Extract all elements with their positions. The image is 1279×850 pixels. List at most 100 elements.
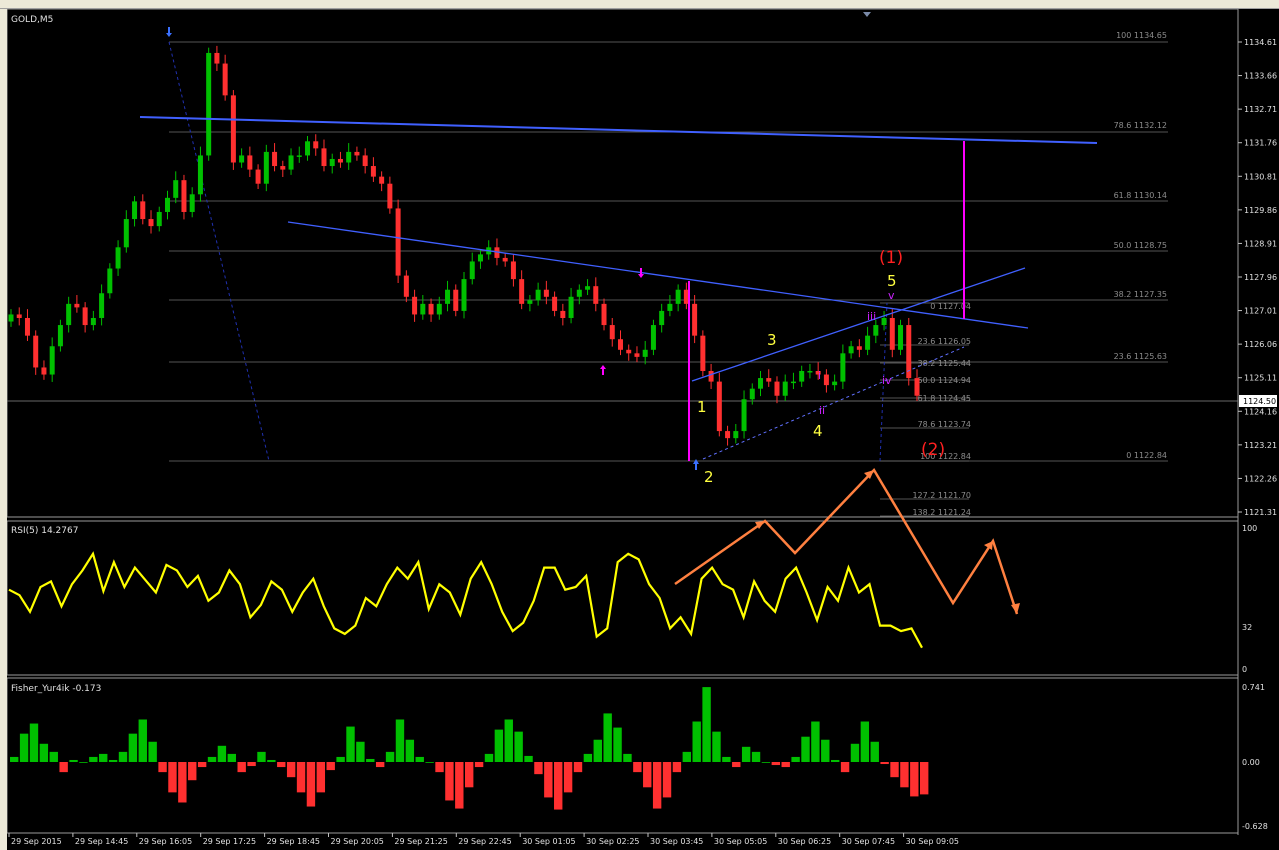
fisher-bar [425, 762, 434, 763]
candle-body [477, 254, 483, 262]
time-tick-label: 29 Sep 18:45 [267, 837, 320, 846]
candle-body [642, 349, 648, 357]
time-tick-label: 30 Sep 02:25 [586, 837, 639, 846]
time-tick-label: 30 Sep 07:45 [842, 837, 895, 846]
fib-inner-label-23-6: 23.6 1126.05 [918, 337, 971, 346]
candle-body [445, 289, 451, 304]
candle-body [519, 279, 525, 304]
fisher-bar [474, 762, 484, 768]
wave-label-big-2: (2) [921, 440, 945, 460]
candle-body [725, 431, 731, 439]
candle-body [148, 219, 154, 227]
fib-label-78-6: 78.6 1132.12 [1114, 121, 1167, 130]
current-price-label: 1124.50 [1243, 397, 1276, 406]
candle-body [733, 431, 739, 439]
fisher-bar [544, 762, 553, 798]
time-tick-label: 30 Sep 03:45 [650, 837, 703, 846]
wave-label-big-1: (1) [879, 248, 903, 268]
fisher-bar [890, 762, 899, 778]
candle-body [749, 388, 755, 400]
candle-body [906, 325, 912, 379]
chart-area[interactable]: GOLD,M5 RSI(5) 14.2767 Fisher_Yur4ik -0.… [7, 9, 1279, 850]
candle-body [782, 381, 788, 396]
price-axis: 1134.61 1133.66 1132.71 1131.76 1130.81 1129.… [1238, 38, 1277, 517]
candle-body [132, 201, 138, 220]
fisher-bar [10, 756, 19, 762]
candle-body [346, 151, 352, 163]
candle-body [189, 194, 195, 212]
fisher-bar [118, 751, 128, 762]
fisher-bar [633, 762, 642, 773]
fisher-bar [830, 759, 840, 762]
fisher-bar [59, 762, 68, 773]
candle-body [626, 349, 632, 354]
candle-body [24, 317, 30, 336]
fisher-bar [306, 762, 316, 807]
candle-body [395, 208, 401, 276]
fisher-bar [445, 762, 454, 801]
candle-body [305, 141, 311, 156]
candle-body [140, 201, 146, 220]
wave-label-3: 3 [767, 331, 777, 349]
fib-label-0: 0 1122.84 [1126, 451, 1167, 460]
fisher-bar [148, 741, 157, 762]
price-tick-label: 1123.21 [1244, 441, 1277, 450]
candle-body [601, 303, 607, 326]
price-tick-label: 1127.01 [1244, 307, 1277, 316]
price-tick-label: 1131.76 [1244, 139, 1277, 148]
time-tick-label: 30 Sep 06:25 [778, 837, 831, 846]
fisher-bar [385, 751, 395, 762]
rsi-panel-title: RSI(5) 14.2767 [11, 526, 78, 536]
fisher-bar [771, 762, 781, 766]
fisher-bar [672, 762, 682, 773]
fisher-bar [761, 762, 771, 763]
candle-body [379, 176, 385, 184]
candle-body [510, 261, 516, 280]
fisher-bar [346, 726, 355, 762]
fib-inner-label-138-2: 138.2 1121.24 [912, 508, 971, 517]
fisher-tick-zero: 0.00 [1242, 758, 1260, 767]
candle-body [560, 310, 566, 318]
candle-body [387, 183, 393, 209]
fisher-bar [356, 741, 365, 762]
fisher-bar [207, 756, 217, 762]
fisher-bar [316, 762, 326, 793]
candle-body [107, 268, 113, 294]
fib-label-100: 100 1134.65 [1116, 31, 1167, 40]
candle-body [164, 197, 170, 212]
time-tick-label: 29 Sep 22:45 [458, 837, 511, 846]
candle-body [527, 300, 533, 304]
fisher-bar [326, 762, 335, 771]
fisher-bar [682, 751, 691, 762]
time-tick-label: 29 Sep 21:25 [394, 837, 447, 846]
candle-body [568, 296, 574, 318]
toolbar-strip [0, 0, 1279, 9]
fisher-bar [237, 762, 246, 773]
fisher-bar [257, 751, 266, 762]
time-tick-label: 29 Sep 2015 [11, 837, 62, 846]
price-tick-label: 1127.96 [1244, 273, 1277, 282]
fisher-bar [69, 759, 78, 762]
candle-body [593, 286, 599, 304]
fisher-bar [811, 721, 820, 762]
candle-body [57, 325, 63, 347]
terminal-window: GOLD,M5 RSI(5) 14.2767 Fisher_Yur4ik -0.… [0, 0, 1279, 850]
fisher-bar [484, 753, 494, 762]
candle-body [659, 310, 665, 326]
price-tick-label: 1129.86 [1244, 206, 1277, 215]
candle-body [337, 158, 343, 163]
candle-body [354, 151, 360, 156]
candle-body [412, 296, 418, 315]
candle-body [16, 314, 22, 318]
fisher-bar [662, 762, 672, 798]
fisher-bar [188, 762, 197, 781]
fisher-bar [732, 762, 741, 768]
price-tick-label: 1134.61 [1244, 38, 1277, 47]
fisher-panel-title: Fisher_Yur4ik -0.173 [11, 684, 101, 694]
candle-body [889, 317, 895, 350]
fisher-bar [296, 762, 306, 793]
price-tick-label: 1133.66 [1244, 72, 1277, 81]
candle-body [222, 63, 228, 96]
fisher-bar [99, 753, 108, 762]
candle-body [8, 314, 14, 322]
